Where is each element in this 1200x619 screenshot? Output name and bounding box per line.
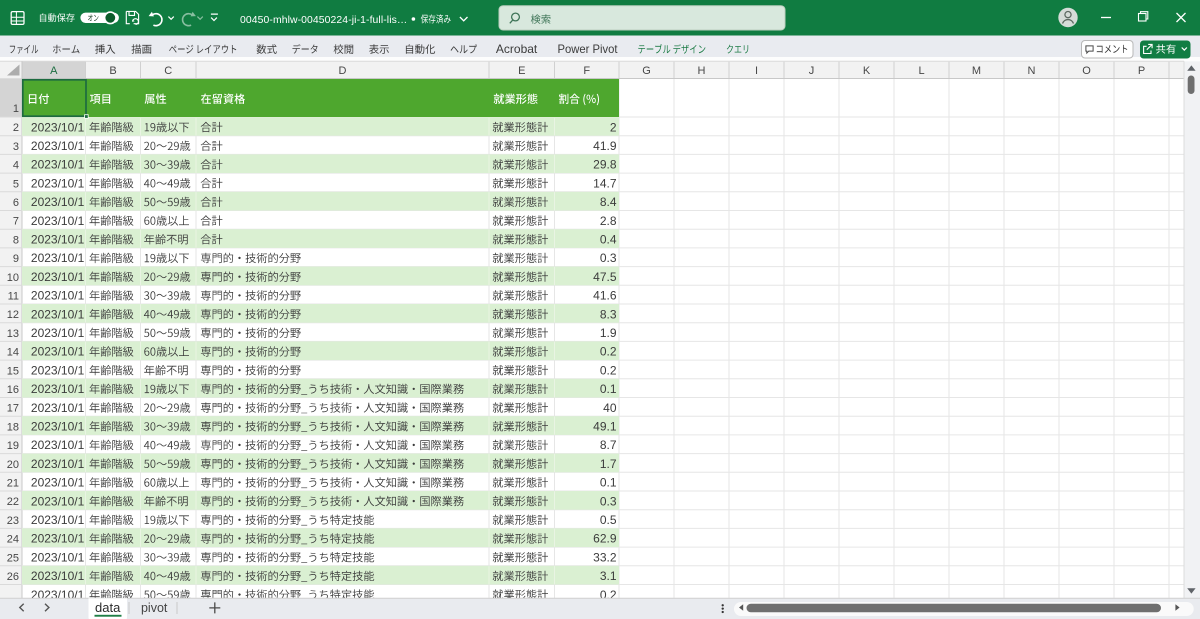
svg-text:2023/10/1: 2023/10/1 (31, 550, 85, 564)
svg-text:K: K (863, 65, 871, 77)
svg-text:22: 22 (7, 496, 19, 508)
svg-text:2023/10/1: 2023/10/1 (31, 158, 85, 172)
svg-text:0.2: 0.2 (600, 363, 617, 377)
svg-text:7: 7 (13, 216, 19, 228)
svg-text:2023/10/1: 2023/10/1 (31, 195, 85, 209)
svg-text:62.9: 62.9 (593, 532, 617, 546)
svg-text:12: 12 (7, 309, 19, 321)
svg-text:Power Pivot: Power Pivot (558, 42, 619, 56)
svg-text:2023/10/1: 2023/10/1 (31, 569, 85, 583)
svg-text:2023/10/1: 2023/10/1 (31, 476, 85, 490)
svg-text:1.7: 1.7 (600, 457, 617, 471)
svg-text:0.4: 0.4 (600, 233, 617, 247)
svg-text:18: 18 (7, 421, 19, 433)
svg-text:2023/10/1: 2023/10/1 (31, 289, 85, 303)
svg-text:13: 13 (7, 328, 19, 340)
svg-text:17: 17 (7, 403, 19, 415)
svg-text:11: 11 (8, 291, 19, 303)
svg-text:0.5: 0.5 (600, 513, 617, 527)
svg-text:2023/10/1: 2023/10/1 (31, 532, 85, 546)
svg-text:C: C (164, 65, 172, 77)
svg-text:1: 1 (13, 103, 19, 115)
svg-text:0.1: 0.1 (600, 476, 617, 490)
svg-text:6: 6 (13, 197, 19, 209)
svg-text:2.8: 2.8 (600, 214, 617, 228)
svg-text:2023/10/1: 2023/10/1 (31, 270, 85, 284)
svg-text:2023/10/1: 2023/10/1 (31, 494, 85, 508)
svg-text:1.9: 1.9 (600, 326, 617, 340)
svg-text:2023/10/1: 2023/10/1 (31, 420, 85, 434)
svg-text:O: O (1082, 65, 1091, 77)
svg-text:4: 4 (13, 160, 19, 172)
svg-text:F: F (583, 65, 590, 77)
svg-text:2: 2 (610, 120, 617, 134)
svg-text:0.3: 0.3 (600, 251, 617, 265)
svg-text:2023/10/1: 2023/10/1 (31, 214, 85, 228)
svg-text:2023/10/1: 2023/10/1 (31, 307, 85, 321)
svg-text:M: M (972, 65, 981, 77)
svg-text:data: data (95, 600, 121, 615)
svg-text:2023/10/1: 2023/10/1 (31, 326, 85, 340)
svg-text:16: 16 (7, 384, 19, 396)
svg-text:P: P (1138, 65, 1145, 77)
svg-text:2023/10/1: 2023/10/1 (31, 251, 85, 265)
svg-text:G: G (642, 65, 651, 77)
svg-text:2023/10/1: 2023/10/1 (31, 438, 85, 452)
svg-text:N: N (1028, 65, 1036, 77)
svg-text:2023/10/1: 2023/10/1 (31, 401, 85, 415)
svg-text:26: 26 (7, 571, 19, 583)
svg-text:B: B (109, 65, 116, 77)
svg-text:19: 19 (7, 440, 19, 452)
svg-text:8.4: 8.4 (600, 195, 617, 209)
svg-text:2: 2 (13, 122, 19, 134)
svg-text:10: 10 (7, 272, 19, 284)
svg-text:25: 25 (7, 552, 19, 564)
svg-text:8.3: 8.3 (600, 307, 617, 321)
svg-text:H: H (698, 65, 706, 77)
svg-text:14.7: 14.7 (593, 176, 617, 190)
svg-text:15: 15 (7, 365, 19, 377)
svg-text:8.7: 8.7 (600, 438, 617, 452)
svg-text:5: 5 (13, 178, 19, 190)
svg-text:2023/10/1: 2023/10/1 (31, 176, 85, 190)
svg-text:24: 24 (7, 534, 19, 546)
svg-text:pivot: pivot (141, 601, 168, 615)
svg-text:0.2: 0.2 (600, 345, 617, 359)
svg-text:2023/10/1: 2023/10/1 (31, 345, 85, 359)
svg-text:23: 23 (7, 515, 19, 527)
svg-text:D: D (339, 65, 347, 77)
svg-text:2023/10/1: 2023/10/1 (31, 233, 85, 247)
svg-text:E: E (518, 65, 525, 77)
svg-text:L: L (918, 65, 924, 77)
svg-text:3.1: 3.1 (600, 569, 617, 583)
svg-text:J: J (809, 65, 815, 77)
svg-text:40: 40 (603, 401, 617, 415)
svg-text:2023/10/1: 2023/10/1 (31, 139, 85, 153)
svg-text:2023/10/1: 2023/10/1 (31, 120, 85, 134)
svg-text:41.6: 41.6 (593, 289, 617, 303)
svg-text:41.9: 41.9 (593, 139, 617, 153)
svg-text:2023/10/1: 2023/10/1 (31, 382, 85, 396)
svg-text:14: 14 (7, 347, 19, 359)
svg-text:2023/10/1: 2023/10/1 (31, 457, 85, 471)
svg-text:29.8: 29.8 (593, 158, 617, 172)
svg-text:3: 3 (13, 141, 19, 153)
svg-text:I: I (755, 65, 758, 77)
svg-text:Acrobat: Acrobat (496, 42, 538, 56)
svg-text:20: 20 (7, 459, 19, 471)
svg-text:0.1: 0.1 (600, 382, 617, 396)
svg-text:49.1: 49.1 (593, 420, 617, 434)
svg-text:47.5: 47.5 (593, 270, 617, 284)
svg-text:21: 21 (7, 478, 19, 490)
svg-text:0.3: 0.3 (600, 494, 617, 508)
svg-text:8: 8 (13, 234, 19, 246)
svg-text:2023/10/1: 2023/10/1 (31, 513, 85, 527)
svg-text:33.2: 33.2 (593, 550, 617, 564)
svg-text:2023/10/1: 2023/10/1 (31, 363, 85, 377)
svg-text:A: A (50, 65, 58, 77)
svg-text:00450-mhlw-00450224-ji-1-full-: 00450-mhlw-00450224-ji-1-full-lis… (240, 15, 407, 26)
svg-text:9: 9 (13, 253, 19, 265)
